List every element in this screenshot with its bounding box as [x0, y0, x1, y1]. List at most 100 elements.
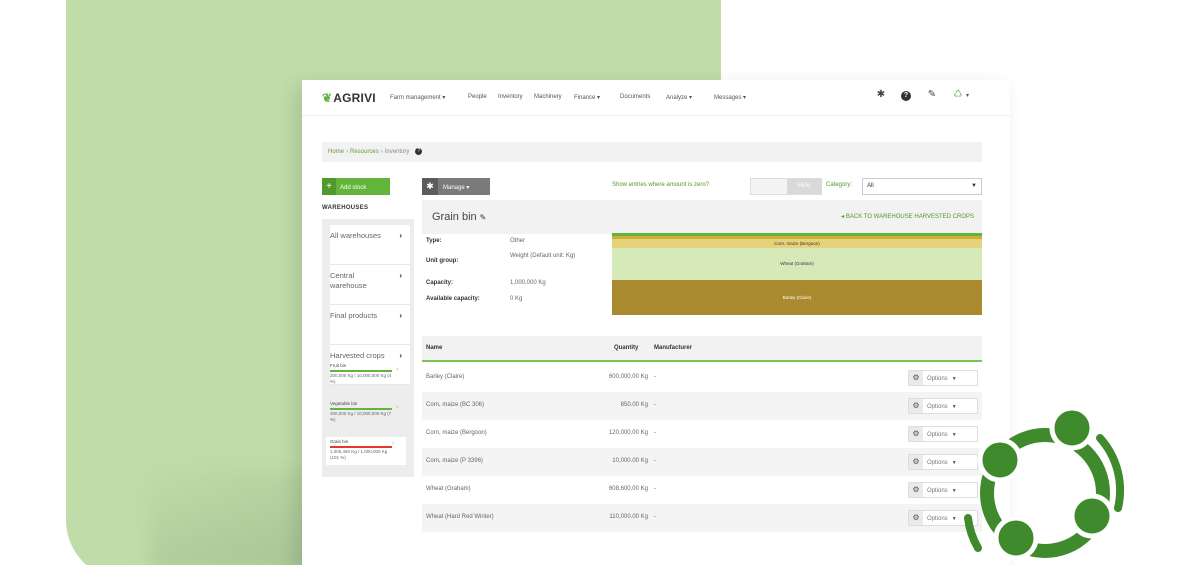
bin-amount: 200,000 Kg / 10,000,000 Kg (4 %): [330, 373, 392, 384]
options-label: Options: [927, 432, 948, 438]
row-quantity: 600,000.00 Kg: [608, 374, 648, 380]
nav-analyze[interactable]: Analyze ▾: [666, 94, 692, 101]
table-row: Corn, maize (Bergoon) 120,000.00 Kg - ⚙ O…: [422, 420, 982, 448]
capacity-segment: Wheat (Graham): [612, 248, 982, 280]
row-manufacturer: -: [654, 402, 656, 408]
capacity-stack: Corn, maize (Bergoon) Wheat (Graham) Barle…: [612, 233, 982, 315]
bin-card-fruit[interactable]: Fruit bin 200,000 Kg / 10,000,000 Kg (4 …: [330, 363, 410, 385]
row-quantity: 850.00 Kg: [620, 402, 648, 408]
sidebar-item-all-warehouses[interactable]: All warehouses ›: [330, 225, 410, 265]
recycle-icon[interactable]: ♺: [952, 89, 964, 101]
column-header-name[interactable]: Name: [426, 345, 442, 351]
nav-farm-management[interactable]: Farm management ▾: [390, 94, 445, 101]
category-value: All: [867, 183, 874, 189]
agrivi-logo[interactable]: ❦AGRIVI: [322, 91, 376, 105]
options-label: Options: [927, 376, 948, 382]
row-name: Corn, maize (BC 306): [426, 402, 485, 408]
chevron-right-icon: ›: [399, 311, 402, 320]
table-row: Barley (Claire) 600,000.00 Kg - ⚙ Options…: [422, 364, 982, 392]
row-name: Corn, maize (P 3396): [426, 458, 483, 464]
settings-icon: ⚙: [909, 427, 923, 441]
bin-amount: 300,000 Kg / 10,000,000 Kg (7 %): [330, 411, 392, 422]
detail-value-type: Other: [510, 238, 526, 244]
chevron-right-icon: ›: [399, 231, 402, 240]
manage-button[interactable]: ✱ Manage ▾: [422, 178, 490, 195]
app-window: ❦AGRIVI Farm management ▾ People Invento…: [302, 80, 1010, 565]
agrivi-ring-icon: [964, 405, 1125, 561]
nav-finance[interactable]: Finance ▾: [574, 94, 600, 101]
bin-card-vegetable[interactable]: Vegetable bin 300,000 Kg / 10,000,000 Kg…: [330, 401, 410, 423]
help-icon[interactable]: ?: [900, 89, 912, 101]
settings-icon: ⚙: [909, 371, 923, 385]
chevron-right-icon: ›: [396, 404, 399, 411]
sidebar-item-label: Central warehouse: [330, 271, 367, 290]
breadcrumb-separator: ›: [346, 149, 349, 155]
table-header: Name Quantity Manufacturer: [422, 336, 982, 362]
row-name: Corn, maize (Bergoon): [426, 430, 487, 436]
page-title: Grain bin ✎: [432, 211, 486, 223]
nav-documents[interactable]: Documents: [620, 94, 650, 100]
bin-fill-bar: [330, 408, 392, 410]
table-row: Wheat (Hard Red Winter) 110,000.00 Kg - …: [422, 504, 982, 532]
chevron-right-icon: ›: [396, 366, 399, 373]
caret-down-icon: ▼: [951, 376, 957, 382]
breadcrumb-home[interactable]: Home: [328, 149, 344, 155]
sidebar-item-label: All warehouses: [330, 231, 381, 240]
row-manufacturer: -: [654, 374, 656, 380]
add-stock-button[interactable]: + Add stock: [322, 178, 390, 195]
options-button[interactable]: ⚙ Options ▼: [908, 370, 978, 386]
row-quantity: 120,000.00 Kg: [608, 430, 648, 436]
help-icon[interactable]: ?: [415, 147, 423, 155]
chevron-right-icon: ›: [399, 271, 402, 280]
warehouse-sidebar: All warehouses › Central warehouse › Final…: [322, 219, 414, 477]
nav-people[interactable]: People: [468, 94, 487, 100]
bell-icon[interactable]: ✎: [926, 89, 938, 101]
show-zero-entries-label: Show entries where amount is zero?: [612, 182, 710, 188]
column-header-manufacturer[interactable]: Manufacturer: [654, 345, 692, 351]
add-stock-label: Add stock: [340, 185, 367, 191]
row-manufacturer: -: [654, 430, 656, 436]
breadcrumb-resources[interactable]: Resources: [350, 149, 379, 155]
detail-label-unit-group: Unit group:: [426, 258, 459, 264]
row-manufacturer: -: [654, 458, 656, 464]
row-quantity: 110,000.00 Kg: [609, 514, 648, 520]
toggle-value: Hide: [787, 179, 821, 194]
row-quantity: 10,000.00 Kg: [612, 458, 648, 464]
sidebar-item-label: Harvested crops: [330, 351, 385, 360]
table-row: Corn, maize (P 3396) 10,000.00 Kg - ⚙ Opt…: [422, 448, 982, 476]
column-header-quantity[interactable]: Quantity: [614, 345, 638, 351]
table-row: Wheat (Graham) 608,600.00 Kg - ⚙ Options ▼: [422, 476, 982, 504]
sidebar-item-central-warehouse[interactable]: Central warehouse ›: [330, 265, 410, 305]
row-quantity: 608,600.00 Kg: [608, 486, 648, 492]
back-to-warehouse-link[interactable]: ◂ BACK TO WAREHOUSE HARVESTED CROPS: [841, 213, 974, 220]
breadcrumb-separator: ›: [380, 149, 383, 155]
nav-machinery[interactable]: Machinery: [534, 94, 562, 100]
top-navbar: ❦AGRIVI Farm management ▾ People Invento…: [302, 80, 1010, 116]
pencil-icon[interactable]: ✎: [480, 213, 487, 222]
bin-card-grain[interactable]: Grain bin 1,006,450 Kg / 1,000,000 Kg (1…: [326, 437, 406, 465]
options-label: Options: [927, 516, 948, 522]
breadcrumb-current: Inventory: [384, 149, 410, 155]
nav-inventory[interactable]: Inventory: [498, 94, 523, 100]
gear-icon: ✱: [422, 178, 438, 195]
promo-stage: ❦AGRIVI Farm management ▾ People Invento…: [0, 0, 1200, 565]
settings-icon: ⚙: [909, 399, 923, 413]
sidebar-item-final-products[interactable]: Final products ›: [330, 305, 410, 345]
nav-messages[interactable]: Messages ▾: [714, 94, 746, 101]
category-label: Category:: [826, 182, 853, 188]
warehouses-title: WAREHOUSES: [322, 205, 369, 211]
show-zero-toggle[interactable]: Hide: [750, 178, 822, 195]
detail-label-type: Type:: [426, 238, 442, 244]
gear-icon[interactable]: ✱: [875, 89, 887, 101]
settings-icon: ⚙: [909, 483, 923, 497]
bin-name: Grain bin: [330, 439, 349, 444]
plus-icon: +: [322, 178, 336, 195]
bin-title-text: Grain bin: [432, 211, 477, 223]
recycle-caret[interactable]: ▾: [966, 92, 969, 99]
row-name: Wheat (Graham): [426, 486, 471, 492]
category-select[interactable]: All ▼: [862, 178, 982, 195]
logo-text: AGRIVI: [333, 91, 376, 105]
capacity-segment: Corn, maize (Bergoon): [612, 239, 982, 248]
row-manufacturer: -: [654, 514, 656, 520]
options-label: Options: [927, 460, 948, 466]
